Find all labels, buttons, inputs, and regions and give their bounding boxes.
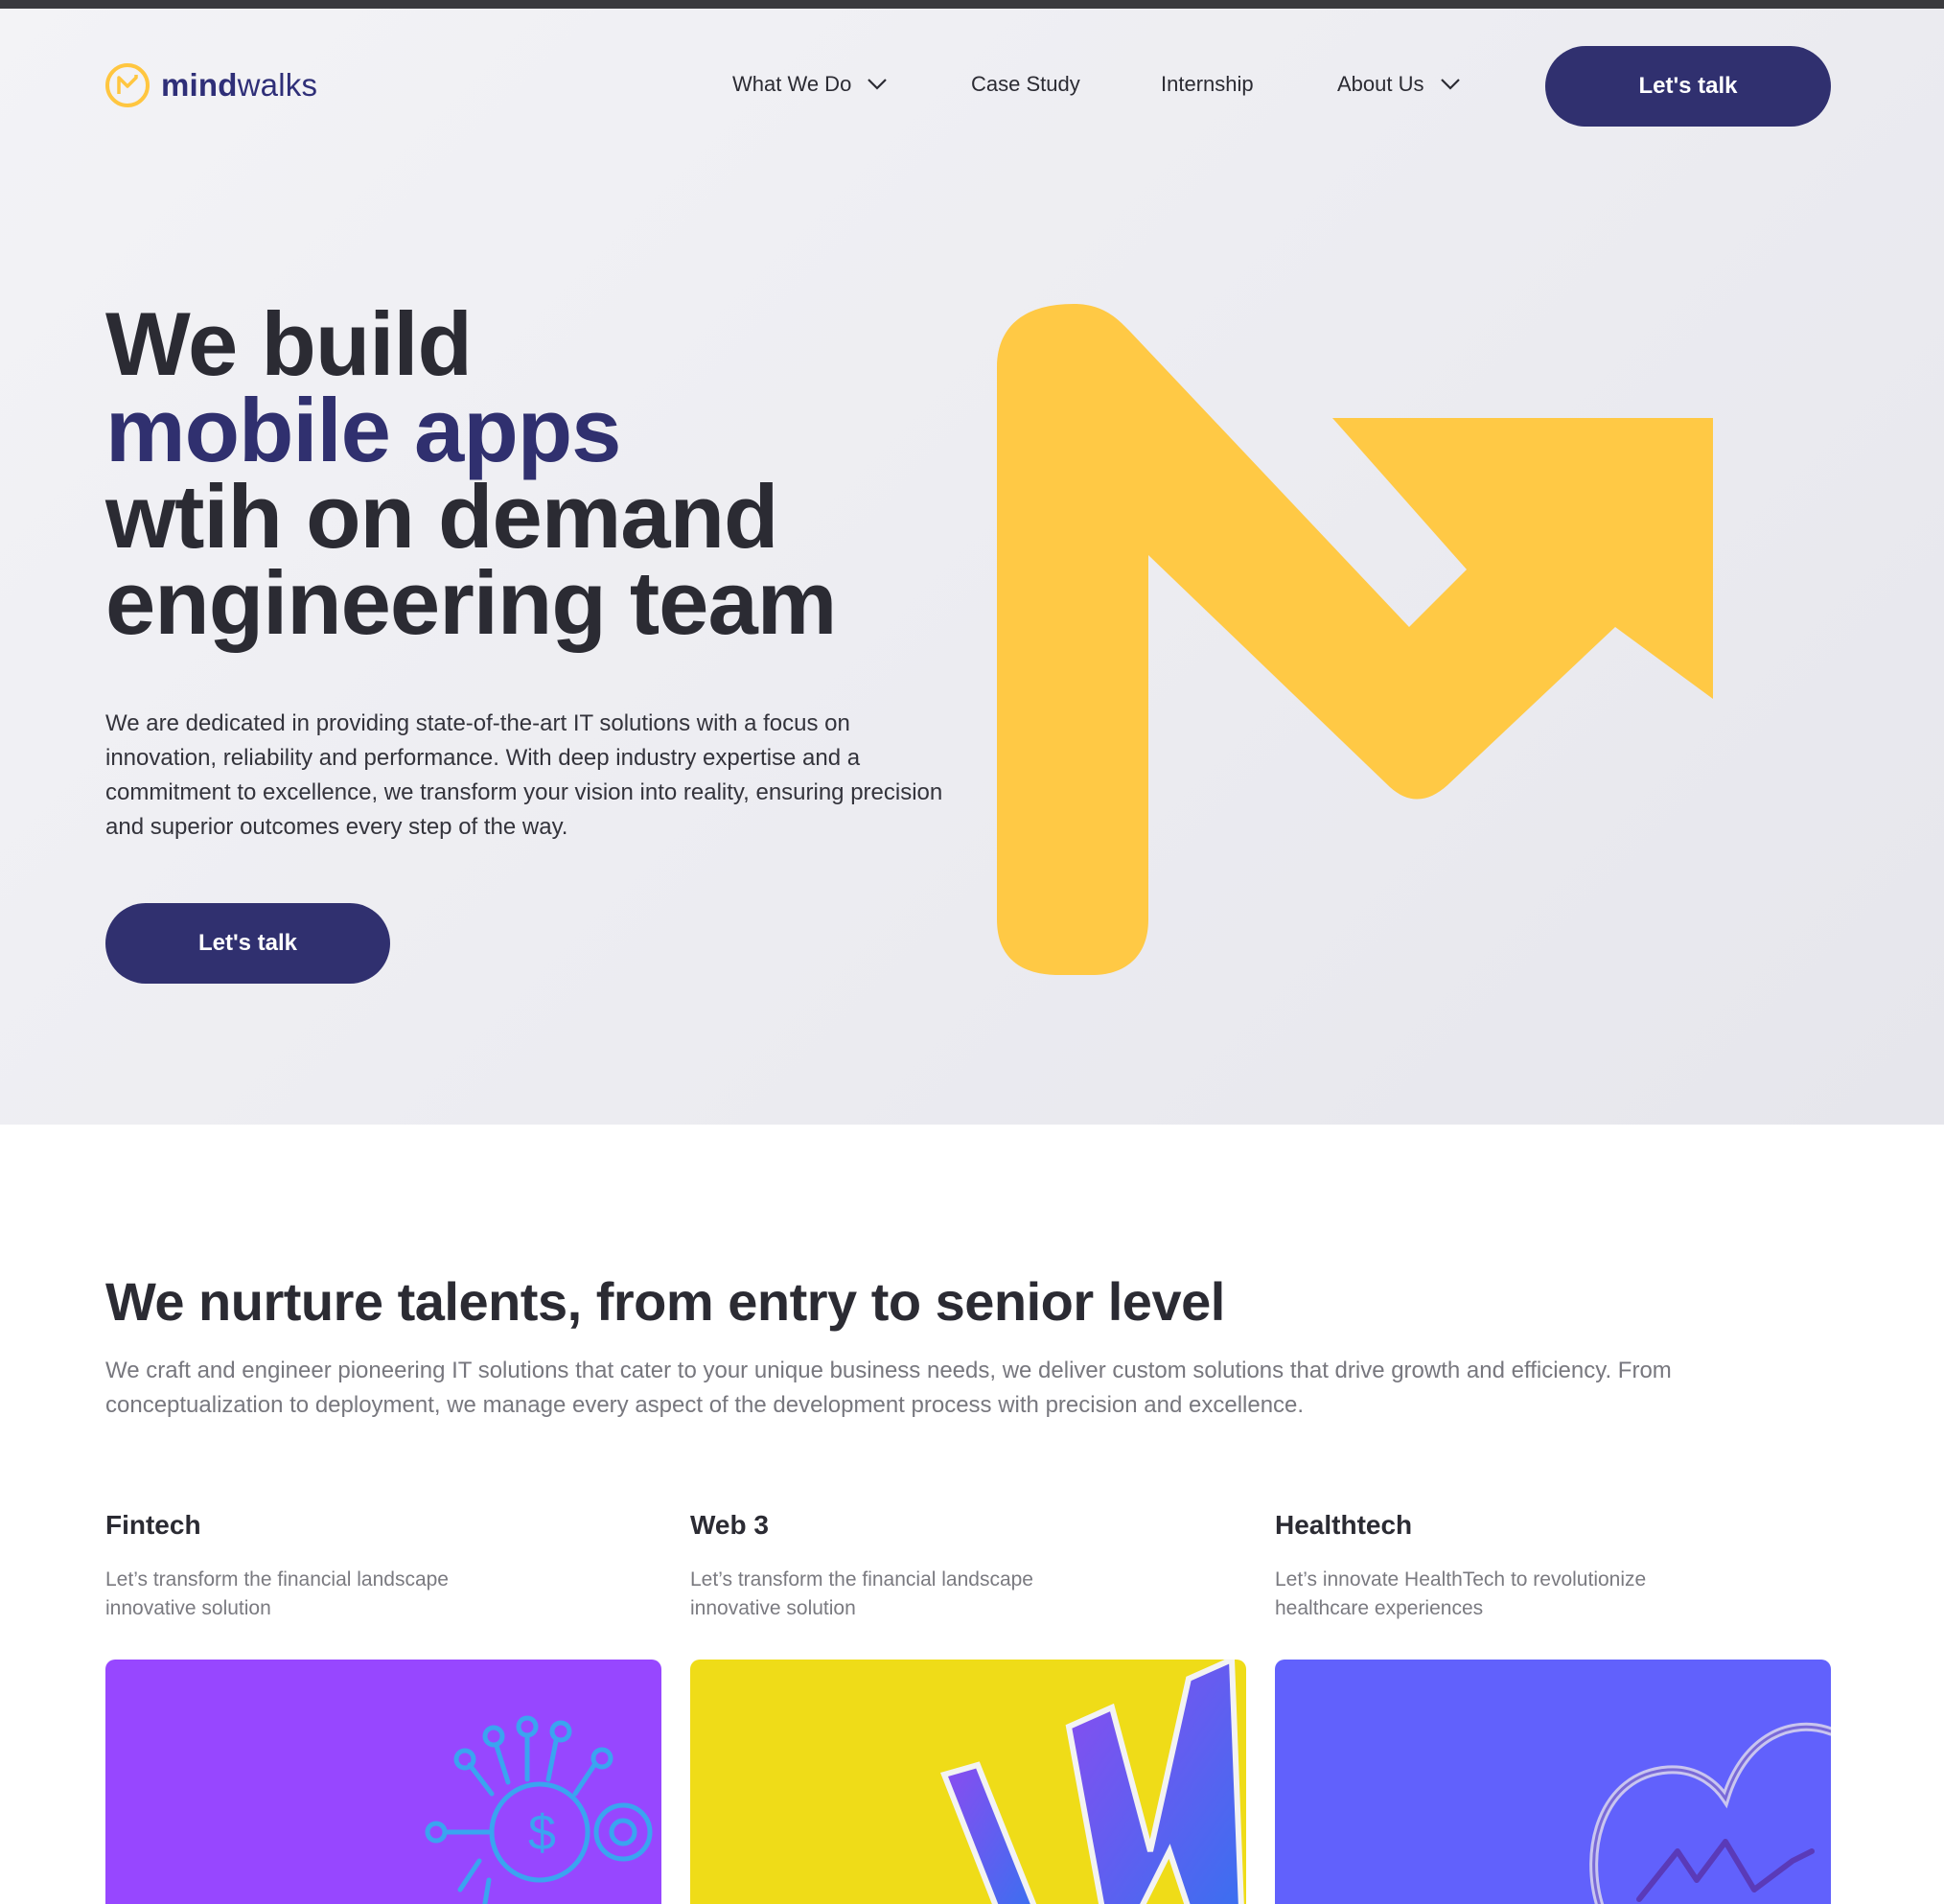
fintech-bulb-gear-icon: $ — [425, 1715, 653, 1904]
card-web3-image[interactable] — [690, 1660, 1246, 1904]
card-fintech: Fintech Let’s transform the financial la… — [105, 1510, 661, 1623]
nav-item-label: Case Study — [971, 72, 1080, 96]
hero-description: We are dedicated in providing state-of-t… — [105, 710, 943, 840]
card-healthtech-image[interactable] — [1275, 1660, 1831, 1904]
card-title: Healthtech — [1275, 1510, 1413, 1540]
card-subtitle: Let’s transform the financial landscape … — [690, 1568, 1033, 1619]
nav-item-about-us[interactable]: About Us — [1337, 72, 1461, 97]
card-subtitle: Let’s transform the financial landscape … — [105, 1568, 449, 1619]
logo[interactable]: mindwalks — [105, 63, 317, 107]
nav-item-label: What We Do — [732, 72, 852, 96]
hero-title: We build mobile apps wtih on demand engi… — [105, 293, 837, 653]
hero-section: mindwalks What We Do Case Study Internsh… — [0, 9, 1944, 1125]
hero-title-accent: mobile apps — [105, 380, 621, 480]
card-web3: Web 3 Let’s transform the financial land… — [690, 1510, 1246, 1623]
chevron-down-icon — [1440, 79, 1460, 90]
web3-w-icon — [940, 1660, 1244, 1904]
svg-text:$: $ — [528, 1805, 556, 1861]
nav-lets-talk-button[interactable]: Let's talk — [1545, 46, 1831, 127]
section-title: We nurture talents, from entry to senior… — [105, 1271, 1225, 1332]
mindwalks-arrow-illustration — [997, 304, 1713, 975]
hero-lets-talk-button[interactable]: Let's talk — [105, 903, 390, 984]
hero-title-line: wtih on demand — [105, 466, 778, 567]
heart-pulse-icon — [1589, 1722, 1831, 1904]
nav-item-internship[interactable]: Internship — [1161, 72, 1254, 97]
logo-text: mindwalks — [161, 67, 318, 103]
card-title: Web 3 — [690, 1510, 769, 1540]
section-description: We craft and engineer pioneering IT solu… — [105, 1358, 1672, 1418]
chevron-down-icon — [868, 79, 888, 90]
browser-top-bar — [0, 0, 1944, 9]
nav-item-what-we-do[interactable]: What We Do — [732, 72, 888, 97]
card-fintech-image[interactable]: $ — [105, 1660, 661, 1904]
nav-item-case-study[interactable]: Case Study — [971, 72, 1080, 97]
hero-title-line: We build — [105, 293, 473, 394]
hero-title-line: engineering team — [105, 552, 837, 653]
nav-item-label: About Us — [1337, 72, 1424, 96]
logo-icon — [105, 63, 150, 107]
card-healthtech: Healthtech Let’s innovate HealthTech to … — [1275, 1510, 1831, 1623]
card-title: Fintech — [105, 1510, 201, 1540]
card-subtitle: Let’s innovate HealthTech to revolutioni… — [1275, 1568, 1647, 1619]
nav-item-label: Internship — [1161, 72, 1254, 96]
